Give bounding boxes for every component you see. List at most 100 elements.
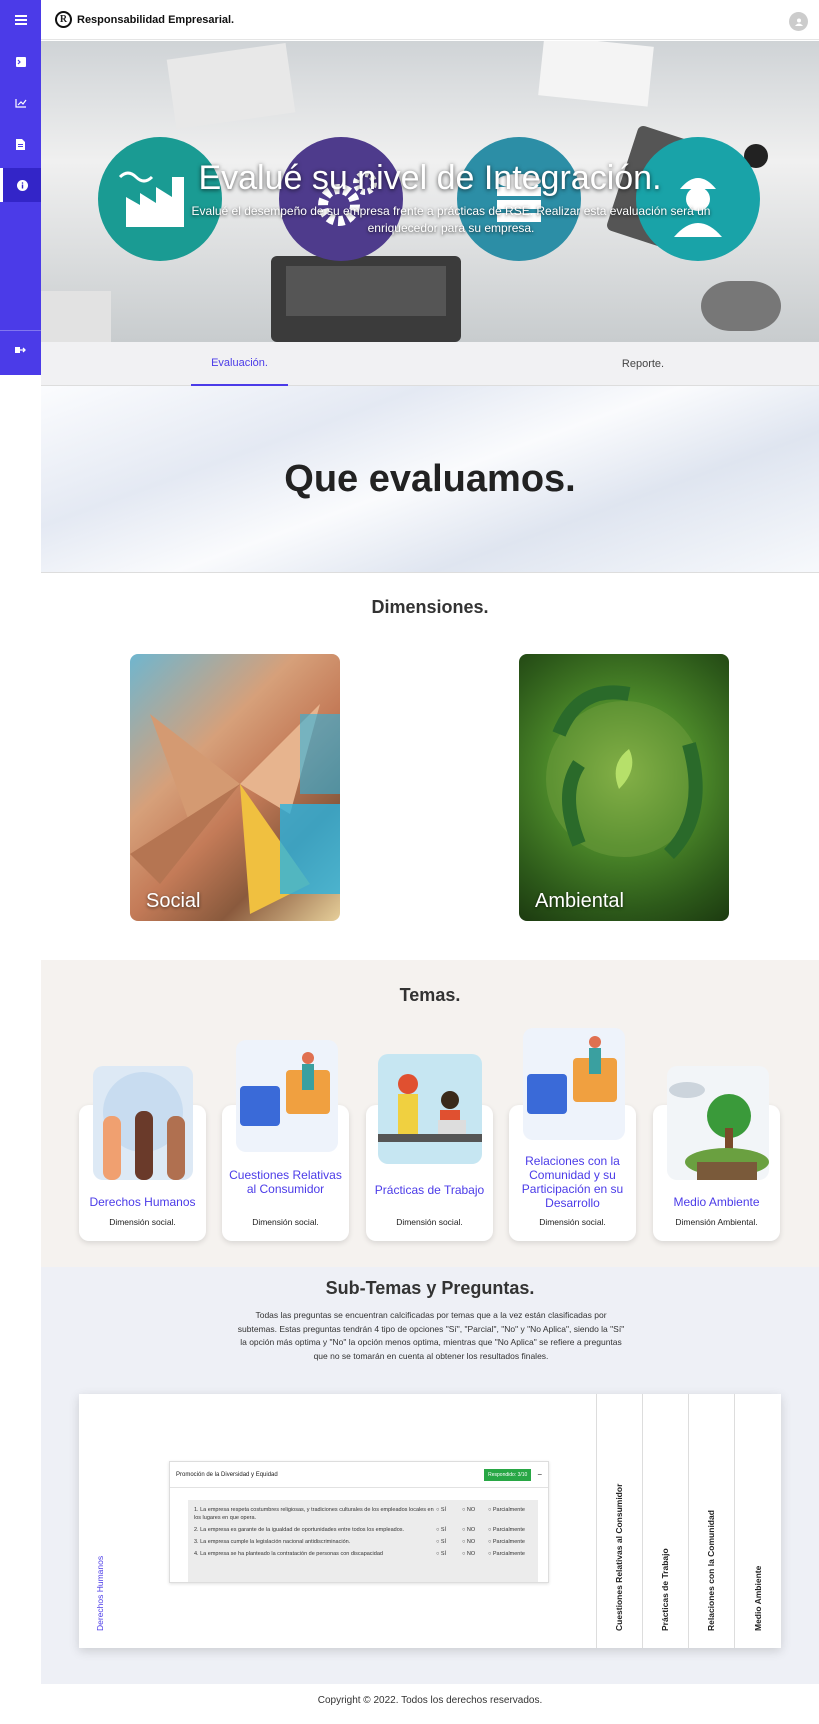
question-row: 4. La empresa se ha planteado la contrat… — [188, 1548, 538, 1560]
topic-dimension: Dimensión Ambiental. — [675, 1217, 758, 1227]
topic-name: Derechos Humanos — [89, 1195, 196, 1209]
industry-circle-icon — [98, 137, 222, 261]
topic-dimension: Dimensión social. — [396, 1217, 463, 1227]
dimension-card-ambiental[interactable]: Ambiental — [519, 654, 729, 921]
info-icon[interactable] — [0, 168, 41, 202]
option-label: SÍ — [440, 1507, 447, 1513]
topic-name: Cuestiones Relativas al Consumidor — [229, 1168, 342, 1196]
option-si[interactable]: ○ SÍ — [436, 1538, 462, 1546]
user-avatar[interactable] — [789, 12, 808, 31]
subtopics-title: Sub-Temas y Preguntas. — [325, 1278, 535, 1298]
option-parcial[interactable]: ○ Parcialmente — [488, 1526, 532, 1534]
brand-logo[interactable]: R — [55, 11, 72, 28]
option-label: NO — [466, 1507, 476, 1513]
topbar: R Responsabilidad Empresarial. — [41, 0, 819, 40]
option-label: NO — [466, 1539, 476, 1545]
option-parcial[interactable]: ○ Parcialmente — [488, 1538, 532, 1546]
option-no[interactable]: ○ NO — [462, 1538, 488, 1546]
option-parcial[interactable]: ○ Parcialmente — [488, 1506, 532, 1522]
document-icon[interactable] — [0, 129, 41, 159]
user-icon — [794, 18, 803, 26]
topic-dimension: Dimensión social. — [252, 1217, 319, 1227]
accordion-tab-label: Relaciones con la Comunidad — [706, 1510, 716, 1631]
tab-evaluacion[interactable]: Evaluación. — [191, 342, 288, 386]
dimension-card-social[interactable]: Social — [130, 654, 340, 921]
accordion-tab-medio-ambiente[interactable]: Medio Ambiente — [734, 1394, 781, 1648]
option-label: Parcialmente — [492, 1527, 525, 1533]
answered-badge: Respondido: 3/10 — [484, 1468, 532, 1481]
logo-letter: R — [59, 14, 68, 25]
topic-name: Medio Ambiente — [673, 1195, 760, 1209]
menu-icon[interactable] — [0, 5, 41, 35]
sidebar-divider — [0, 330, 41, 331]
sidebar — [0, 0, 41, 375]
option-label: SÍ — [440, 1527, 447, 1533]
accordion-tab-label: Cuestiones Relativas al Consumidor — [614, 1483, 624, 1631]
dimension-label-social: Social — [146, 890, 201, 912]
option-label: NO — [466, 1551, 476, 1557]
option-no[interactable]: ○ NO — [462, 1550, 488, 1558]
questions-preview: Promoción de la Diversidad y Equidad Res… — [169, 1461, 549, 1583]
question-text: 3. La empresa cumple la legislación naci… — [194, 1539, 351, 1545]
subtopics-description: Todas las preguntas se encuentran calcif… — [237, 1310, 625, 1361]
footer-copyright: Copyright © 2022. Todos los derechos res… — [317, 1695, 543, 1706]
option-no[interactable]: ○ NO — [462, 1526, 488, 1534]
topic-name: Prácticas de Trabajo — [374, 1183, 485, 1197]
hero-subtitle: Evalué el desempeño de su empresa frente… — [191, 204, 711, 235]
subtopic-header-title: Promoción de la Diversidad y Equidad — [176, 1471, 278, 1478]
topics-accordion: Derechos Humanos Promoción de la Diversi… — [79, 1394, 781, 1648]
hero-title: Evalué su nivel de Integración. — [198, 159, 662, 197]
option-label: NO — [466, 1527, 476, 1533]
evaluation-title: Que evaluamos. — [284, 457, 576, 500]
puzzle-illustration — [236, 1040, 338, 1152]
accordion-tab-consumidor[interactable]: Cuestiones Relativas al Consumidor — [596, 1394, 642, 1648]
topic-name: Relaciones con la Comunidad y su Partici… — [521, 1154, 624, 1210]
worker-circle-icon — [636, 137, 760, 261]
accordion-panel-derechos-humanos: Derechos Humanos Promoción de la Diversi… — [79, 1394, 596, 1648]
accordion-tab-label: Medio Ambiente — [753, 1565, 763, 1631]
subtopics-section: Sub-Temas y Preguntas. Todas las pregunt… — [41, 1267, 819, 1684]
option-label: Parcialmente — [492, 1551, 525, 1557]
puzzle-team-illustration — [523, 1028, 625, 1140]
option-no[interactable]: ○ NO — [462, 1506, 488, 1522]
subtopic-header[interactable]: Promoción de la Diversidad y Equidad Res… — [170, 1462, 548, 1488]
workers-illustration — [378, 1054, 482, 1164]
logout-icon[interactable] — [0, 335, 41, 365]
accordion-tab-derechos-humanos[interactable]: Derechos Humanos — [95, 1556, 105, 1631]
tab-reporte[interactable]: Reporte. — [598, 342, 688, 386]
question-row: 2. La empresa es garante de la igualdad … — [188, 1524, 538, 1536]
accordion-tab-comunidad[interactable]: Relaciones con la Comunidad — [688, 1394, 734, 1648]
dimension-label-ambiental: Ambiental — [535, 890, 624, 912]
option-label: Parcialmente — [492, 1539, 525, 1545]
accordion-tab-label: Prácticas de Trabajo — [660, 1548, 670, 1631]
gears-circle-icon — [279, 137, 403, 261]
brand-name[interactable]: Responsabilidad Empresarial. — [77, 14, 234, 26]
database-circle-icon — [457, 137, 581, 261]
topics-title: Temas. — [399, 985, 461, 1005]
option-si[interactable]: ○ SÍ — [436, 1550, 462, 1558]
option-label: SÍ — [440, 1539, 447, 1545]
hero-banner: Evalué su nivel de Integración. Evalué e… — [41, 41, 819, 342]
evaluation-banner: Que evaluamos. — [41, 386, 819, 573]
option-si[interactable]: ○ SÍ — [436, 1526, 462, 1534]
dimensions-title: Dimensiones. — [371, 597, 489, 617]
question-text: 4. La empresa se ha planteado la contrat… — [194, 1551, 383, 1557]
collapse-icon[interactable]: − — [537, 1470, 542, 1479]
globe-image — [546, 685, 703, 859]
topic-dimension: Dimensión social. — [109, 1217, 176, 1227]
fists-illustration — [93, 1066, 193, 1180]
option-parcial[interactable]: ○ Parcialmente — [488, 1550, 532, 1558]
option-si[interactable]: ○ SÍ — [436, 1506, 462, 1522]
chart-line-icon[interactable] — [0, 88, 41, 118]
question-text: 1. La empresa respeta costumbres religio… — [194, 1507, 434, 1521]
accordion-tab-practicas[interactable]: Prácticas de Trabajo — [642, 1394, 688, 1648]
terminal-icon[interactable] — [0, 47, 41, 77]
option-label: SÍ — [440, 1551, 447, 1557]
question-text: 2. La empresa es garante de la igualdad … — [194, 1527, 405, 1533]
topic-dimension: Dimensión social. — [539, 1217, 606, 1227]
option-label: Parcialmente — [492, 1507, 525, 1513]
tree-illustration — [667, 1066, 769, 1180]
tab-bar: Evaluación. Reporte. — [41, 342, 819, 386]
question-row: 1. La empresa respeta costumbres religio… — [188, 1504, 538, 1524]
question-row: 3. La empresa cumple la legislación naci… — [188, 1536, 538, 1548]
